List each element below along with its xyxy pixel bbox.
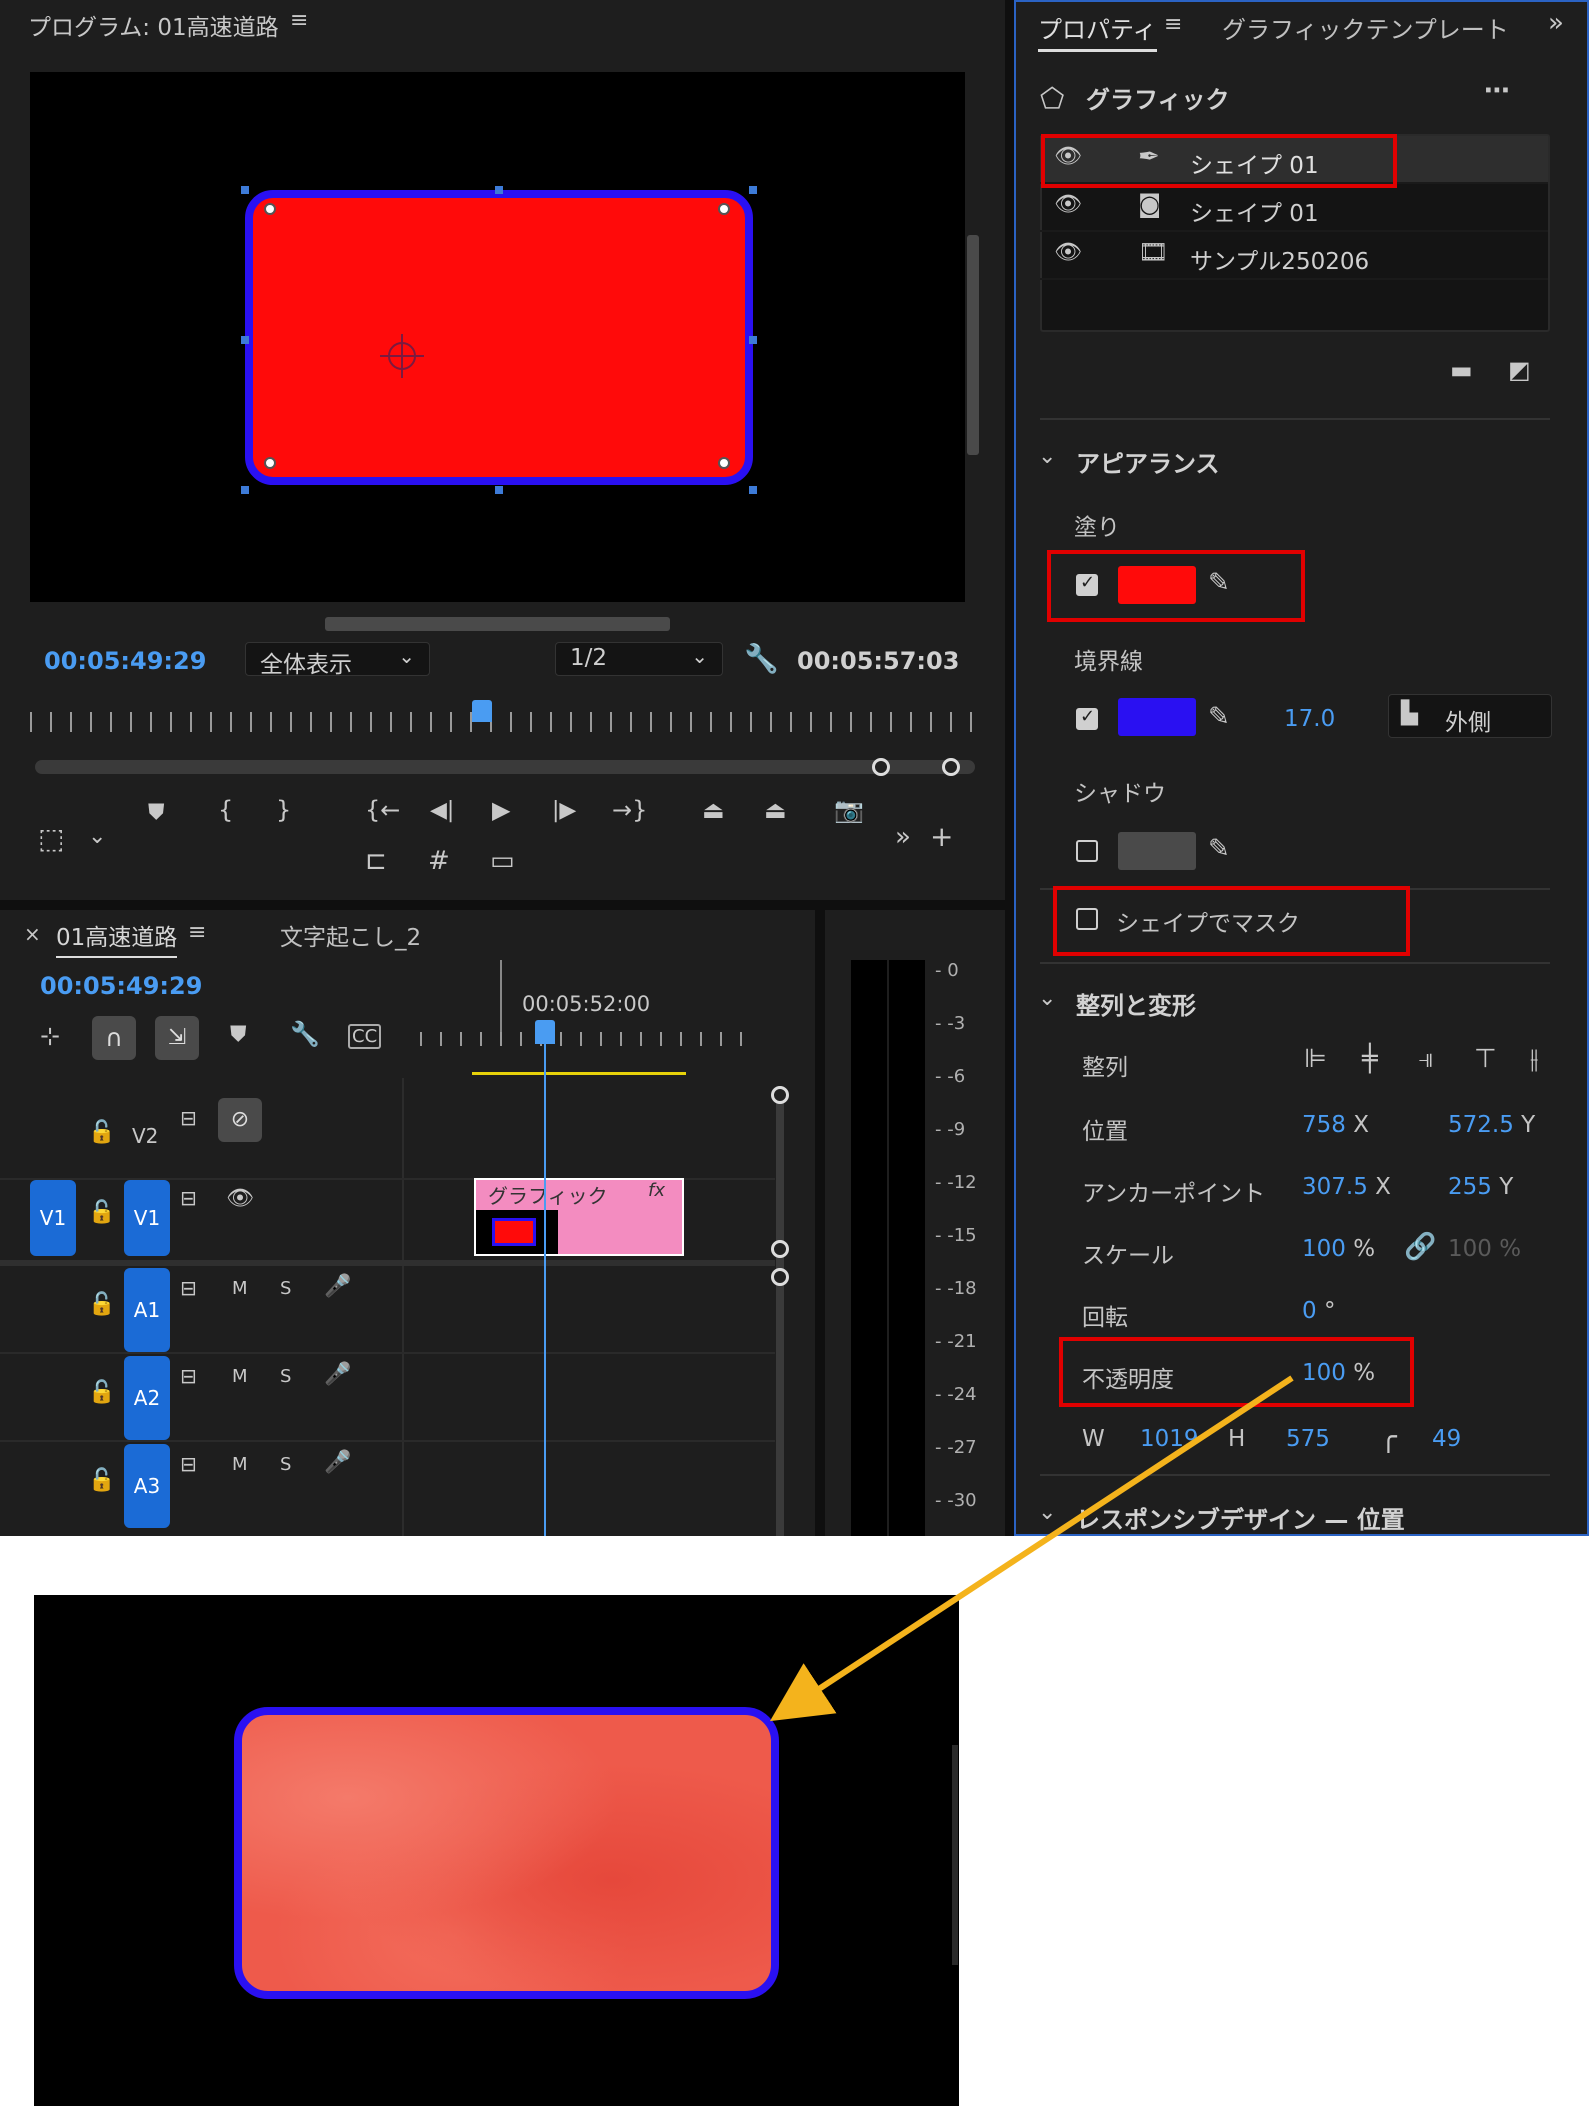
annotation-arrow <box>769 1375 1294 1722</box>
arrow-line <box>769 1375 1294 1722</box>
